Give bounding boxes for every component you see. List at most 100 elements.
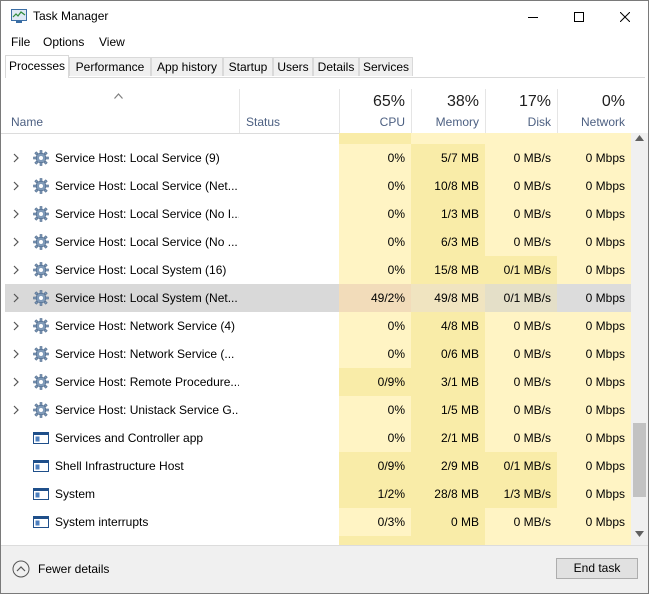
table-row[interactable]: System interrupts 0/3% 0 MB 0 MB/s 0 Mbps	[5, 508, 631, 536]
scroll-down-icon[interactable]	[635, 531, 644, 537]
tab-services[interactable]: Services	[359, 57, 413, 76]
task-manager-window: Task Manager File Options View Processes…	[0, 0, 649, 594]
chevron-right-icon[interactable]	[13, 265, 19, 275]
app-window-icon	[33, 516, 49, 528]
network-total-percent: 0%	[601, 93, 625, 110]
app-window-icon	[33, 432, 49, 444]
cell-memory: 3/1 MB	[411, 368, 485, 396]
process-name: Service Host: Remote Procedure...	[55, 375, 239, 389]
table-row[interactable]: Service Host: Local Service (No I... 0% 1/…	[5, 200, 631, 228]
column-memory[interactable]: 38% Memory	[411, 89, 485, 133]
cell-network: 0 Mbps	[557, 312, 631, 340]
fewer-details-link[interactable]: Fewer details	[38, 562, 109, 576]
column-network-label: Network	[580, 115, 625, 129]
title-bar[interactable]: Task Manager	[1, 1, 648, 32]
gear-icon	[33, 150, 49, 166]
process-name: Service Host: Network Service (4)	[55, 319, 236, 333]
scrollbar-thumb[interactable]	[633, 423, 646, 497]
tab-strip: Processes Performance App history Startu…	[5, 55, 645, 78]
process-name: Service Host: Local Service (No I...	[55, 207, 239, 221]
chevron-right-icon[interactable]	[13, 377, 19, 387]
column-name[interactable]: Name	[1, 89, 239, 133]
app-window-icon	[33, 488, 49, 500]
process-name: System interrupts	[55, 515, 149, 529]
cell-cpu: 0%	[339, 200, 411, 228]
column-disk[interactable]: 17% Disk	[485, 89, 557, 133]
cell-disk: 0 MB/s	[485, 144, 557, 172]
column-network[interactable]: 0% Network	[557, 89, 631, 133]
table-row[interactable]: Shell Infrastructure Host 0/9% 2/9 MB 0/1 M…	[5, 452, 631, 480]
process-name: Services and Controller app	[55, 431, 204, 445]
chevron-right-icon[interactable]	[13, 153, 19, 163]
table-row[interactable]: Service Host: Local Service (No ... 0% 6/3…	[5, 228, 631, 256]
table-row[interactable]: Service Host: Unistack Service G... 0% 1/5…	[5, 396, 631, 424]
cell-network: 0 Mbps	[557, 452, 631, 480]
cell-network: 0 Mbps	[557, 144, 631, 172]
tab-details[interactable]: Details	[313, 57, 359, 76]
cell-name: Service Host: Local Service (9)	[5, 144, 239, 172]
chevron-right-icon[interactable]	[13, 293, 19, 303]
cpu-total-percent: 65%	[372, 93, 405, 110]
tab-performance[interactable]: Performance	[69, 57, 151, 76]
cell-cpu: 0%	[339, 340, 411, 368]
chevron-right-icon[interactable]	[13, 237, 19, 247]
process-list: Service Host: Local Service (9) 0% 5/7 MB 0…	[5, 133, 631, 545]
cell-memory: 15/8 MB	[411, 256, 485, 284]
column-status[interactable]: Status	[239, 89, 339, 133]
table-row[interactable]: Service Host: Remote Procedure... 0/9% 3/1…	[5, 368, 631, 396]
chevron-right-icon[interactable]	[13, 405, 19, 415]
tab-processes[interactable]: Processes	[5, 55, 69, 78]
menu-options[interactable]: Options	[43, 35, 84, 49]
tab-users[interactable]: Users	[273, 57, 313, 76]
column-header: Name Status 65% CPU 38% Memory 17% Disk …	[1, 89, 631, 134]
process-name: Service Host: Local Service (9)	[55, 151, 220, 165]
cell-cpu: 49/2%	[339, 284, 411, 312]
cell-network: 0 Mbps	[557, 340, 631, 368]
cell-disk: 1/3 MB/s	[485, 480, 557, 508]
cell-memory: 0/6 MB	[411, 340, 485, 368]
cell-cpu: 0%	[339, 256, 411, 284]
cell-disk: 0/1 MB/s	[485, 284, 557, 312]
cell-memory: 2/9 MB	[411, 452, 485, 480]
scroll-up-icon[interactable]	[635, 135, 644, 141]
close-icon	[620, 11, 630, 22]
cell-cpu: 0%	[339, 144, 411, 172]
table-row-partial[interactable]	[5, 133, 631, 144]
process-name: System	[55, 487, 96, 501]
column-cpu[interactable]: 65% CPU	[339, 89, 411, 133]
cell-name: Service Host: Local System (Net...	[5, 284, 239, 312]
table-row[interactable]: Service Host: Local Service (9) 0% 5/7 MB 0…	[5, 144, 631, 172]
close-button[interactable]	[602, 1, 648, 32]
table-row[interactable]: Services and Controller app 0% 2/1 MB 0 MB/…	[5, 424, 631, 452]
cell-network: 0 Mbps	[557, 284, 631, 312]
tab-app-history[interactable]: App history	[151, 57, 223, 76]
chevron-right-icon[interactable]	[13, 321, 19, 331]
vertical-scrollbar[interactable]	[631, 133, 648, 545]
cell-memory: 10/8 MB	[411, 172, 485, 200]
column-status-label: Status	[246, 115, 281, 129]
table-row[interactable]: Service Host: Local Service (Net... 0% 10/…	[5, 172, 631, 200]
menu-file[interactable]: File	[11, 35, 30, 49]
maximize-button[interactable]	[556, 1, 602, 32]
table-row[interactable]: System 1/2% 28/8 MB 1/3 MB/s 0 Mbps	[5, 480, 631, 508]
chevron-up-circle-icon[interactable]	[12, 560, 30, 578]
cell-name: Services and Controller app	[5, 424, 239, 452]
cell-cpu: 0%	[339, 228, 411, 256]
table-row[interactable]: Service Host: Network Service (... 0% 0/6 …	[5, 340, 631, 368]
chevron-right-icon[interactable]	[13, 181, 19, 191]
tab-startup[interactable]: Startup	[223, 57, 273, 76]
table-row-partial[interactable]	[5, 536, 631, 545]
process-name: Service Host: Local Service (Net...	[55, 179, 238, 193]
chevron-right-icon[interactable]	[13, 209, 19, 219]
menu-view[interactable]: View	[99, 35, 125, 49]
table-row[interactable]: Service Host: Network Service (4) 0% 4/8 M…	[5, 312, 631, 340]
cell-name: Shell Infrastructure Host	[5, 452, 239, 480]
cell-memory: 5/7 MB	[411, 144, 485, 172]
menu-bar: File Options View	[1, 32, 648, 52]
end-task-button[interactable]: End task	[556, 558, 638, 579]
minimize-button[interactable]	[510, 1, 556, 32]
process-name: Service Host: Local Service (No ...	[55, 235, 238, 249]
table-row[interactable]: Service Host: Local System (16) 0% 15/8 MB…	[5, 256, 631, 284]
chevron-right-icon[interactable]	[13, 349, 19, 359]
table-row[interactable]: Service Host: Local System (Net... 49/2% 4…	[5, 284, 631, 312]
